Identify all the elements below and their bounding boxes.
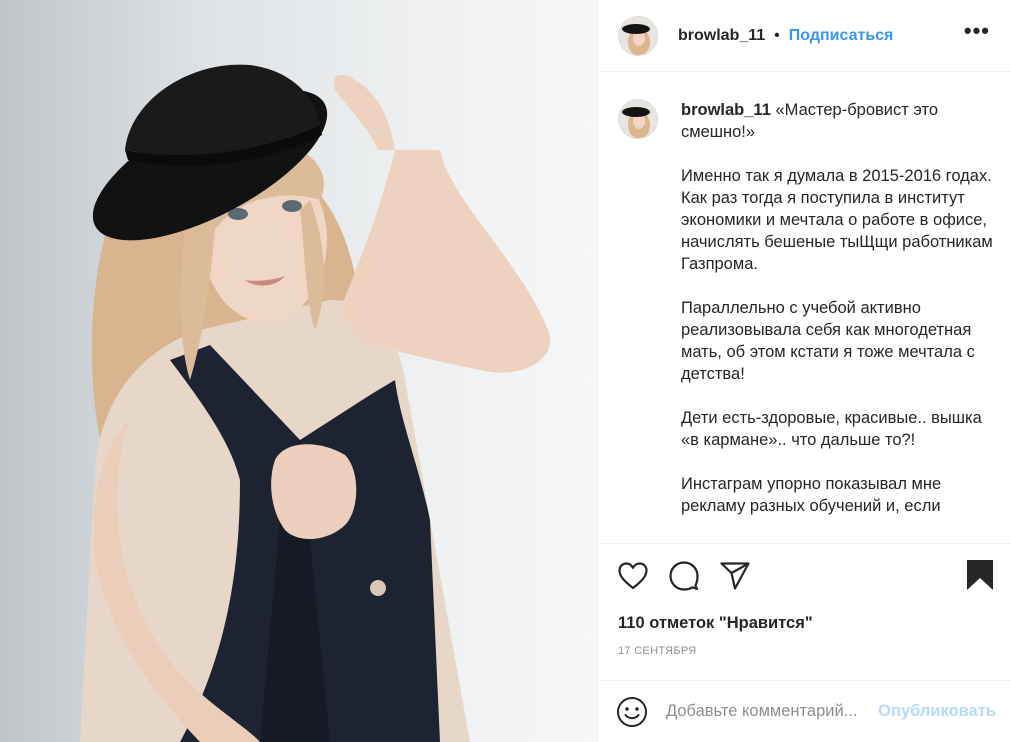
caption-username[interactable]: browlab_11 xyxy=(681,101,771,119)
paper-plane-icon[interactable] xyxy=(718,559,752,593)
separator-dot: • xyxy=(774,26,780,44)
caption: browlab_11 «Мастер-бровист это смешно!» … xyxy=(598,73,1011,517)
post-date[interactable]: 17 сентября xyxy=(618,645,697,657)
caption-text: browlab_11 «Мастер-бровист это смешно!» … xyxy=(681,99,996,517)
caption-scroll-area[interactable]: browlab_11 «Мастер-бровист это смешно!» … xyxy=(598,73,1011,543)
comment-icon[interactable] xyxy=(667,559,701,593)
bookmark-icon[interactable] xyxy=(966,559,998,593)
heart-icon[interactable] xyxy=(616,559,650,593)
post-side-panel: browlab_11 • Подписаться ••• browlab_11 … xyxy=(597,0,1011,742)
likes-count[interactable]: 110 отметок "Нравится" xyxy=(618,614,813,633)
ellipsis-icon[interactable]: ••• xyxy=(964,19,990,46)
avatar-image xyxy=(619,16,657,55)
follow-button[interactable]: Подписаться xyxy=(789,27,894,45)
caption-content: «Мастер-бровист это смешно!» Именно так … xyxy=(681,101,993,515)
post-photo[interactable] xyxy=(0,0,597,742)
smiley-icon[interactable] xyxy=(616,696,648,728)
username[interactable]: browlab_11 xyxy=(678,27,765,45)
avatar-image xyxy=(619,100,657,138)
photo-illustration xyxy=(80,64,551,742)
avatar[interactable] xyxy=(618,15,658,56)
comment-bar: Опубликовать xyxy=(598,680,1011,742)
comment-input[interactable] xyxy=(666,702,876,721)
post-actions: 110 отметок "Нравится" 17 сентября xyxy=(598,543,1011,680)
publish-button[interactable]: Опубликовать xyxy=(878,702,996,721)
caption-avatar[interactable] xyxy=(618,99,658,139)
action-icons xyxy=(616,558,769,594)
post-header: browlab_11 • Подписаться ••• xyxy=(598,0,1011,72)
